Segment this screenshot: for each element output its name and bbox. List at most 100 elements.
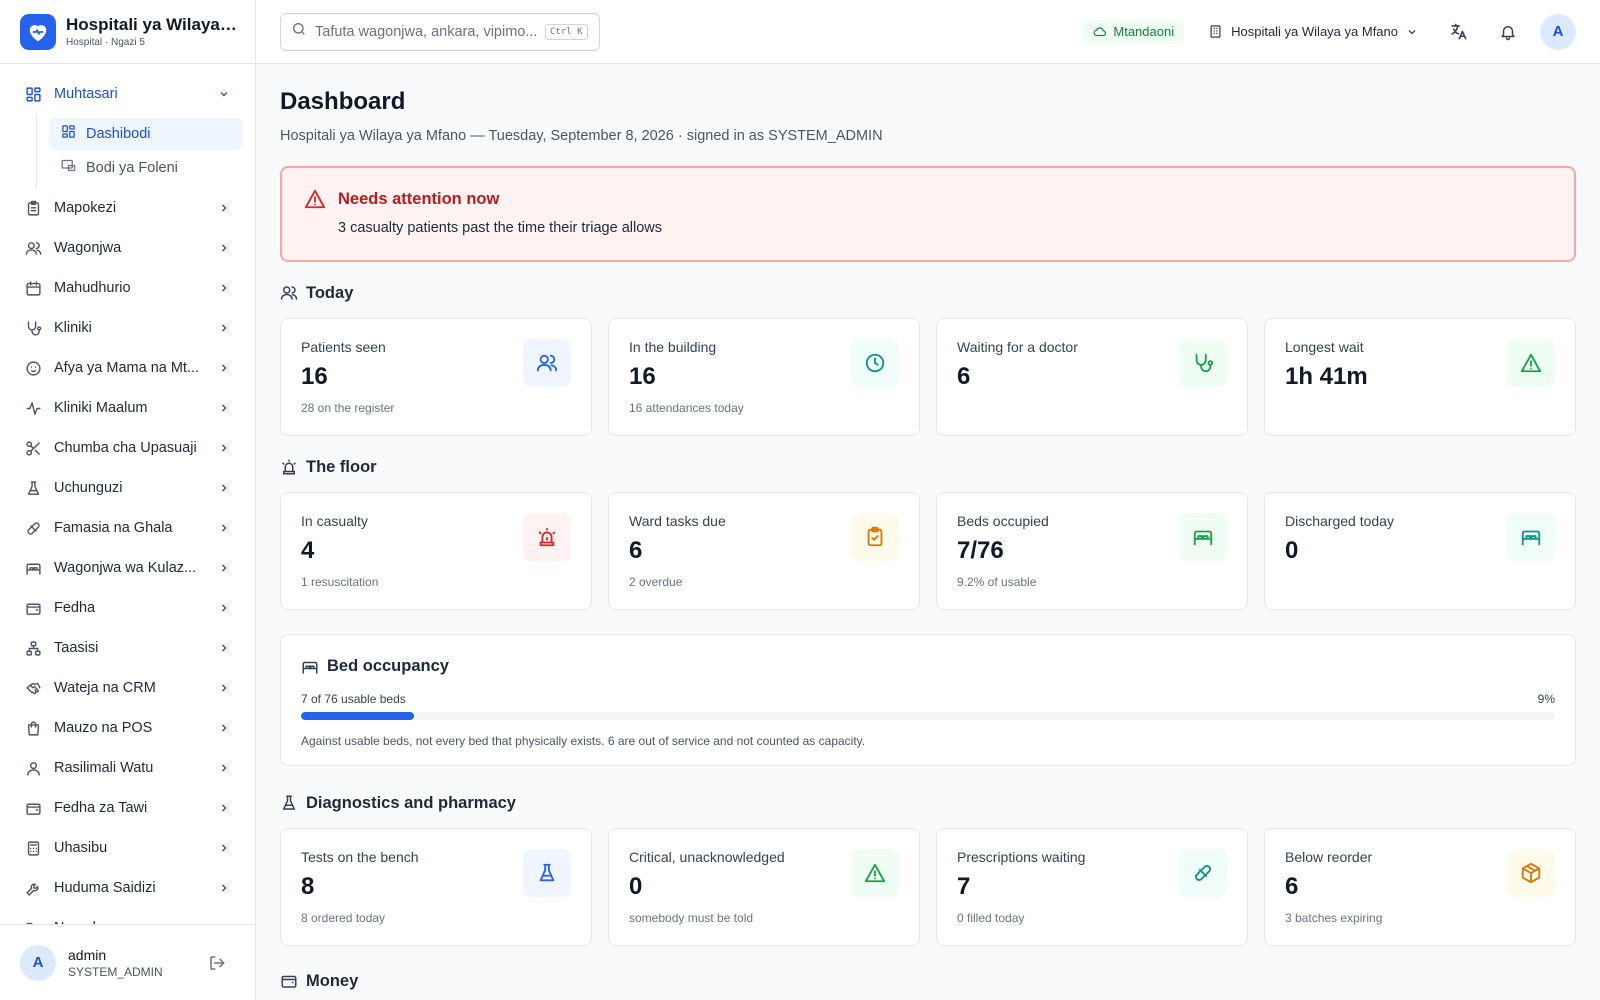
sidebar-item-taasisi[interactable]: Taasisi — [0, 628, 255, 668]
nav-group-muhtasari[interactable]: Muhtasari — [0, 74, 255, 114]
chevron-right-icon — [217, 481, 231, 495]
stat-card[interactable]: Prescriptions waiting 7 0 filled today — [936, 828, 1248, 946]
wrench-icon — [24, 879, 42, 897]
bed-icon — [1507, 513, 1555, 561]
sidebar-item-label: Kliniki Maalum — [54, 400, 148, 416]
alert-title: Needs attention now — [338, 189, 500, 208]
chevron-down-icon — [217, 87, 231, 101]
warning-icon — [851, 849, 899, 897]
status-badge: Mtandaoni — [1083, 19, 1185, 44]
brand-subtitle: Hospital · Ngazi 5 — [66, 37, 145, 48]
sidebar-item-wateja-na-crm[interactable]: Wateja na CRM — [0, 668, 255, 708]
section-title: Money — [306, 971, 359, 990]
sidebar-item-label: Fedha za Tawi — [54, 800, 148, 816]
facility-selector[interactable]: Hospitali ya Wilaya ya Mfano — [1208, 24, 1418, 39]
bell-icon[interactable] — [1490, 14, 1526, 50]
sidebar-item-mapokezi[interactable]: Mapokezi — [0, 188, 255, 228]
sidebar-item-famasia-na-ghala[interactable]: Famasia na Ghala — [0, 508, 255, 548]
stat-card[interactable]: Beds occupied 7/76 9.2% of usable — [936, 492, 1248, 610]
facility-name: Hospitali ya Wilaya ya Mfano — [1231, 24, 1398, 39]
chevron-down-icon — [1408, 29, 1416, 34]
sidebar-item-wagonjwa[interactable]: Wagonjwa — [0, 228, 255, 268]
activity-icon — [24, 399, 42, 417]
stat-card[interactable]: Critical, unacknowledged 0 somebody must b… — [608, 828, 920, 946]
stat-card[interactable]: In casualty 4 1 resuscitation — [280, 492, 592, 610]
alert-text: 3 casualty patients past the time their … — [338, 220, 662, 236]
chevron-right-icon — [217, 241, 231, 255]
stat-card[interactable]: Longest wait 1h 41m — [1264, 318, 1576, 436]
warning-icon — [1507, 339, 1555, 387]
sidebar-item-uchunguzi[interactable]: Uchunguzi — [0, 468, 255, 508]
sidebar-item-fedha-za-tawi[interactable]: Fedha za Tawi — [0, 788, 255, 828]
chevron-right-icon — [217, 601, 231, 615]
sidebar-item-mauzo-na-pos[interactable]: Mauzo na POS — [0, 708, 255, 748]
org-icon — [24, 639, 42, 657]
chevron-right-icon — [217, 721, 231, 735]
sidebar-item-label: Fedha — [54, 600, 96, 616]
bed-icon — [302, 661, 318, 674]
building-icon — [1210, 25, 1221, 38]
warning-icon — [304, 189, 326, 209]
main-content: Dashboard Hospitali ya Wilaya ya Mfano —… — [256, 64, 1600, 1000]
logout-icon[interactable] — [199, 945, 235, 981]
chevron-right-icon — [217, 441, 231, 455]
chevron-right-icon — [217, 641, 231, 655]
brand[interactable]: Hospitali ya Wilaya ... Hospital · Ngazi… — [0, 0, 255, 64]
stat-card[interactable]: Waiting for a doctor 6 — [936, 318, 1248, 436]
flask-icon — [282, 795, 296, 810]
stat-note: 9.2% of usable — [957, 575, 1037, 589]
user-role: SYSTEM_ADMIN — [68, 964, 163, 979]
bed-occupancy-note: Against usable beds, not every bed that … — [301, 734, 866, 748]
siren-icon — [523, 513, 571, 561]
sidebar-item-label: Dashibodi — [86, 126, 151, 142]
sidebar-item-uhasibu[interactable]: Uhasibu — [0, 828, 255, 868]
search-input[interactable] — [315, 23, 545, 40]
sidebar-item-afya-ya-mama-na-mt[interactable]: Afya ya Mama na Mt... — [0, 348, 255, 388]
user-icon — [24, 759, 42, 777]
user-avatar[interactable]: A — [1540, 13, 1576, 50]
stethoscope-icon — [1179, 339, 1227, 387]
search-box[interactable]: Ctrl K — [280, 12, 600, 51]
box-icon — [1507, 849, 1555, 897]
sidebar-item-label: Huduma Saidizi — [54, 880, 156, 896]
sidebar-item-rasilimali-watu[interactable]: Rasilimali Watu — [0, 748, 255, 788]
stat-card[interactable]: Below reorder 6 3 batches expiring — [1264, 828, 1576, 946]
stat-card[interactable]: In the building 16 16 attendances today — [608, 318, 920, 436]
sidebar-item-nyaraka[interactable]: Nyaraka — [0, 908, 255, 924]
chevron-right-icon — [217, 201, 231, 215]
stat-card[interactable]: Tests on the bench 8 8 ordered today — [280, 828, 592, 946]
flask-icon — [523, 849, 571, 897]
sidebar-item-kliniki-maalum[interactable]: Kliniki Maalum — [0, 388, 255, 428]
user-profile: A admin SYSTEM_ADMIN — [0, 924, 255, 1000]
sidebar-item-chumba-cha-upasuaji[interactable]: Chumba cha Upasuaji — [0, 428, 255, 468]
section-title: Diagnostics and pharmacy — [306, 793, 516, 812]
language-icon[interactable] — [1440, 14, 1476, 50]
brand-name: Hospitali ya Wilaya ... — [66, 15, 238, 34]
search-shortcut: Ctrl K — [545, 23, 588, 40]
stat-note: somebody must be told — [629, 911, 754, 925]
stat-note: 28 on the register — [301, 401, 395, 415]
sidebar-item-bodi-ya-foleni[interactable]: Bodi ya Foleni — [49, 152, 243, 184]
sidebar-item-huduma-saidizi[interactable]: Huduma Saidizi — [0, 868, 255, 908]
bed-icon — [24, 559, 42, 577]
sidebar-item-label: Kliniki — [54, 320, 92, 336]
section-title: Today — [306, 283, 354, 302]
clipboard-icon — [24, 199, 42, 217]
floor-cards: In casualty 4 1 resuscitation Ward tasks du… — [280, 492, 1576, 610]
sidebar-item-fedha[interactable]: Fedha — [0, 588, 255, 628]
sidebar-item-dashibodi[interactable]: Dashibodi — [49, 118, 243, 150]
sidebar-item-label: Mapokezi — [54, 200, 117, 216]
chevron-right-icon — [217, 521, 231, 535]
avatar[interactable]: A — [20, 944, 56, 981]
users-icon — [523, 339, 571, 387]
sidebar-item-kliniki[interactable]: Kliniki — [0, 308, 255, 348]
stat-card[interactable]: Ward tasks due 6 2 overdue — [608, 492, 920, 610]
nav-group-label: Muhtasari — [54, 86, 118, 102]
stat-card[interactable]: Patients seen 16 28 on the register — [280, 318, 592, 436]
sidebar-item-wagonjwa-wa-kulaz[interactable]: Wagonjwa wa Kulaz... — [0, 548, 255, 588]
handshake-icon — [24, 679, 42, 697]
dashboard-icon — [24, 85, 42, 103]
stat-card[interactable]: Discharged today 0 — [1264, 492, 1576, 610]
sidebar-item-mahudhurio[interactable]: Mahudhurio — [0, 268, 255, 308]
sidebar-item-label: Wagonjwa — [54, 240, 122, 256]
